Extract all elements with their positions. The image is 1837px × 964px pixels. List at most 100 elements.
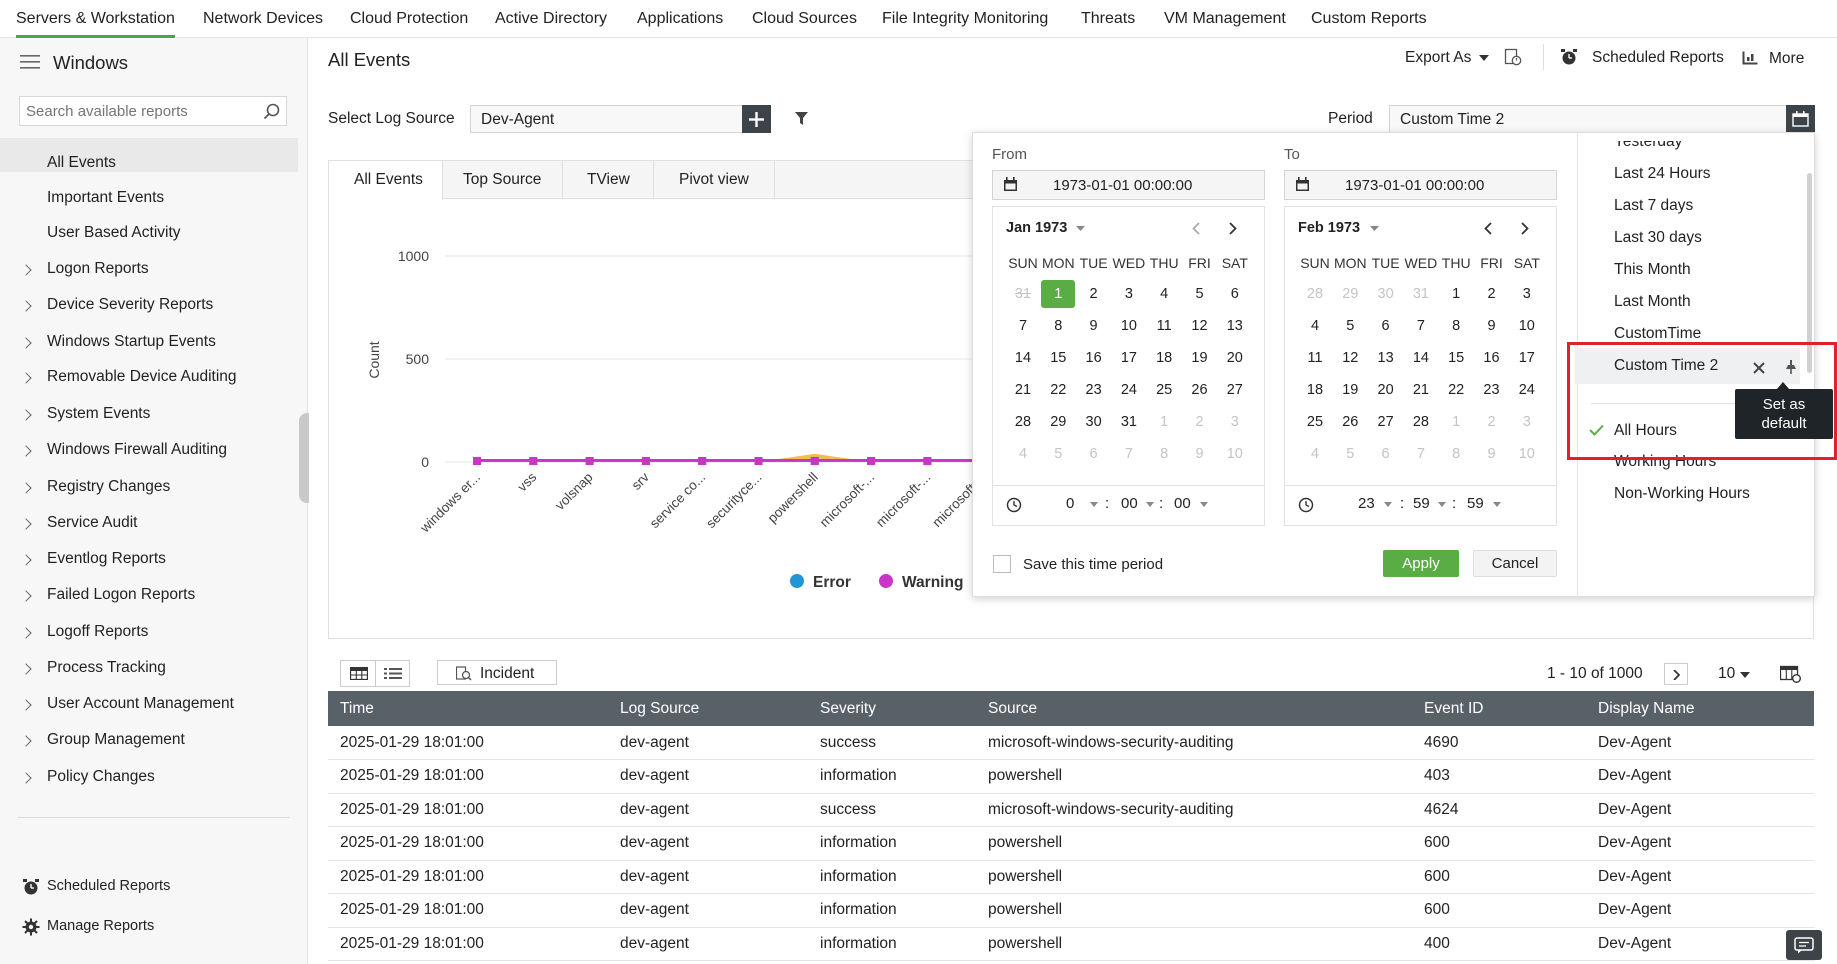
log-source-field[interactable]: Dev-Agent	[470, 105, 743, 133]
expand-chevron-icon[interactable]	[20, 409, 32, 421]
sidebar-item-windows-startup-events[interactable]: Windows Startup Events	[47, 333, 216, 351]
right-prev-month-icon[interactable]	[1484, 222, 1492, 235]
calendar-day[interactable]: 20	[1218, 350, 1252, 366]
table-row[interactable]: 2025-01-29 18:01:00 dev-agent information p…	[328, 826, 1814, 861]
expand-chevron-icon[interactable]	[20, 772, 32, 784]
calendar-day[interactable]: 31	[1404, 286, 1438, 302]
tab-applications[interactable]: Applications	[637, 10, 723, 28]
calendar-day[interactable]: 25	[1298, 414, 1332, 430]
filter-icon[interactable]	[795, 112, 808, 126]
cancel-button[interactable]: Cancel	[1473, 550, 1557, 577]
calendar-day[interactable]: 8	[1041, 318, 1075, 334]
calendar-day[interactable]: 2	[1475, 414, 1509, 430]
calendar-day[interactable]: 10	[1218, 446, 1252, 462]
calendar-day[interactable]: 1	[1439, 414, 1473, 430]
calendar-day[interactable]: 19	[1333, 382, 1367, 398]
calendar-day[interactable]: 8	[1147, 446, 1181, 462]
prev-month-icon[interactable]	[1192, 222, 1200, 235]
period-field[interactable]: Custom Time 2	[1389, 105, 1787, 133]
calendar-day[interactable]: 22	[1439, 382, 1473, 398]
scheduled-reports-button[interactable]: Scheduled Reports	[1592, 49, 1724, 67]
sidebar-item-windows-firewall-auditing[interactable]: Windows Firewall Auditing	[47, 441, 227, 459]
calendar-day[interactable]: 14	[1006, 350, 1040, 366]
sidebar-item-failed-logon-reports[interactable]: Failed Logon Reports	[47, 586, 195, 604]
from-datetime-input[interactable]: 1973-01-01 00:00:00	[992, 170, 1265, 200]
calendar-day[interactable]: 7	[1112, 446, 1146, 462]
from-second-select[interactable]: 00	[1174, 495, 1191, 512]
tab-custom-reports[interactable]: Custom Reports	[1311, 10, 1427, 28]
column-settings-icon[interactable]	[1780, 665, 1801, 683]
calendar-day[interactable]: 21	[1404, 382, 1438, 398]
calendar-day[interactable]: 19	[1183, 350, 1217, 366]
preset-last-30-days[interactable]: Last 30 days	[1614, 229, 1702, 247]
calendar-day[interactable]: 7	[1404, 446, 1438, 462]
incident-button[interactable]: Incident	[437, 660, 557, 685]
right-month-title[interactable]: Feb 1973	[1298, 220, 1360, 236]
calendar-day[interactable]: 26	[1183, 382, 1217, 398]
apply-button[interactable]: Apply	[1383, 550, 1459, 577]
calendar-day[interactable]: 3	[1218, 414, 1252, 430]
calendar-day[interactable]: 28	[1006, 414, 1040, 430]
calendar-day[interactable]: 21	[1006, 382, 1040, 398]
calendar-day[interactable]: 30	[1077, 414, 1111, 430]
hours-non-working-hours[interactable]: Non-Working Hours	[1614, 485, 1750, 503]
calendar-day[interactable]: 7	[1404, 318, 1438, 334]
calendar-day[interactable]: 2	[1183, 414, 1217, 430]
col-severity[interactable]: Severity	[808, 691, 976, 726]
calendar-day[interactable]: 4	[1298, 318, 1332, 334]
sidebar-item-user-based-activity[interactable]: User Based Activity	[47, 224, 181, 242]
tab-pivot-view[interactable]: Pivot view	[654, 161, 775, 199]
col-time[interactable]: Time	[328, 691, 608, 726]
calendar-day[interactable]: 9	[1183, 446, 1217, 462]
expand-chevron-icon[interactable]	[20, 699, 32, 711]
period-calendar-button[interactable]	[1786, 105, 1815, 133]
from-minute-select[interactable]: 00	[1121, 495, 1138, 512]
page-size-select[interactable]: 10	[1718, 665, 1735, 683]
calendar-day[interactable]: 1	[1439, 286, 1473, 302]
sidebar-item-logon-reports[interactable]: Logon Reports	[47, 260, 149, 278]
expand-chevron-icon[interactable]	[20, 590, 32, 602]
calendar-day[interactable]: 10	[1112, 318, 1146, 334]
calendar-day[interactable]: 24	[1112, 382, 1146, 398]
expand-chevron-icon[interactable]	[20, 735, 32, 747]
schedule-export-icon[interactable]	[1504, 48, 1522, 66]
calendar-day[interactable]: 12	[1333, 350, 1367, 366]
sidebar-item-process-tracking[interactable]: Process Tracking	[47, 659, 166, 677]
hamburger-menu-icon[interactable]	[20, 54, 40, 70]
tab-top-source[interactable]: Top Source	[443, 161, 563, 199]
expand-chevron-icon[interactable]	[20, 300, 32, 312]
calendar-day[interactable]: 29	[1333, 286, 1367, 302]
calendar-day[interactable]: 11	[1298, 350, 1332, 366]
tab-all-events[interactable]: All Events	[329, 161, 443, 200]
sidebar-item-system-events[interactable]: System Events	[47, 405, 150, 423]
expand-chevron-icon[interactable]	[20, 372, 32, 384]
calendar-day[interactable]: 5	[1041, 446, 1075, 462]
calendar-day[interactable]: 9	[1475, 446, 1509, 462]
calendar-day[interactable]: 5	[1333, 446, 1367, 462]
calendar-day[interactable]: 16	[1077, 350, 1111, 366]
left-month-title[interactable]: Jan 1973	[1006, 220, 1067, 236]
calendar-day[interactable]: 3	[1510, 286, 1544, 302]
grid-view-button[interactable]	[341, 661, 376, 686]
calendar-day[interactable]: 4	[1006, 446, 1040, 462]
calendar-day[interactable]: 13	[1369, 350, 1403, 366]
sidebar-item-eventlog-reports[interactable]: Eventlog Reports	[47, 550, 166, 568]
calendar-day[interactable]: 31	[1006, 286, 1040, 302]
calendar-day[interactable]: 25	[1147, 382, 1181, 398]
save-period-checkbox[interactable]	[993, 555, 1011, 573]
more-button[interactable]: More	[1769, 50, 1804, 68]
calendar-day[interactable]: 20	[1369, 382, 1403, 398]
to-minute-select[interactable]: 59	[1413, 495, 1430, 512]
table-row[interactable]: 2025-01-29 18:01:00 dev-agent success micro…	[328, 793, 1814, 827]
calendar-day[interactable]: 9	[1475, 318, 1509, 334]
tab-network-devices[interactable]: Network Devices	[203, 10, 323, 28]
to-datetime-input[interactable]: 1973-01-01 00:00:00	[1284, 170, 1557, 200]
calendar-day[interactable]: 31	[1112, 414, 1146, 430]
to-second-select[interactable]: 59	[1467, 495, 1484, 512]
calendar-day[interactable]: 3	[1112, 286, 1146, 302]
preset-customtime[interactable]: CustomTime	[1614, 325, 1701, 343]
sidebar-item-logoff-reports[interactable]: Logoff Reports	[47, 623, 148, 641]
tab-vm-management[interactable]: VM Management	[1164, 10, 1286, 28]
calendar-day[interactable]: 23	[1475, 382, 1509, 398]
preset-last-month[interactable]: Last Month	[1614, 293, 1691, 311]
